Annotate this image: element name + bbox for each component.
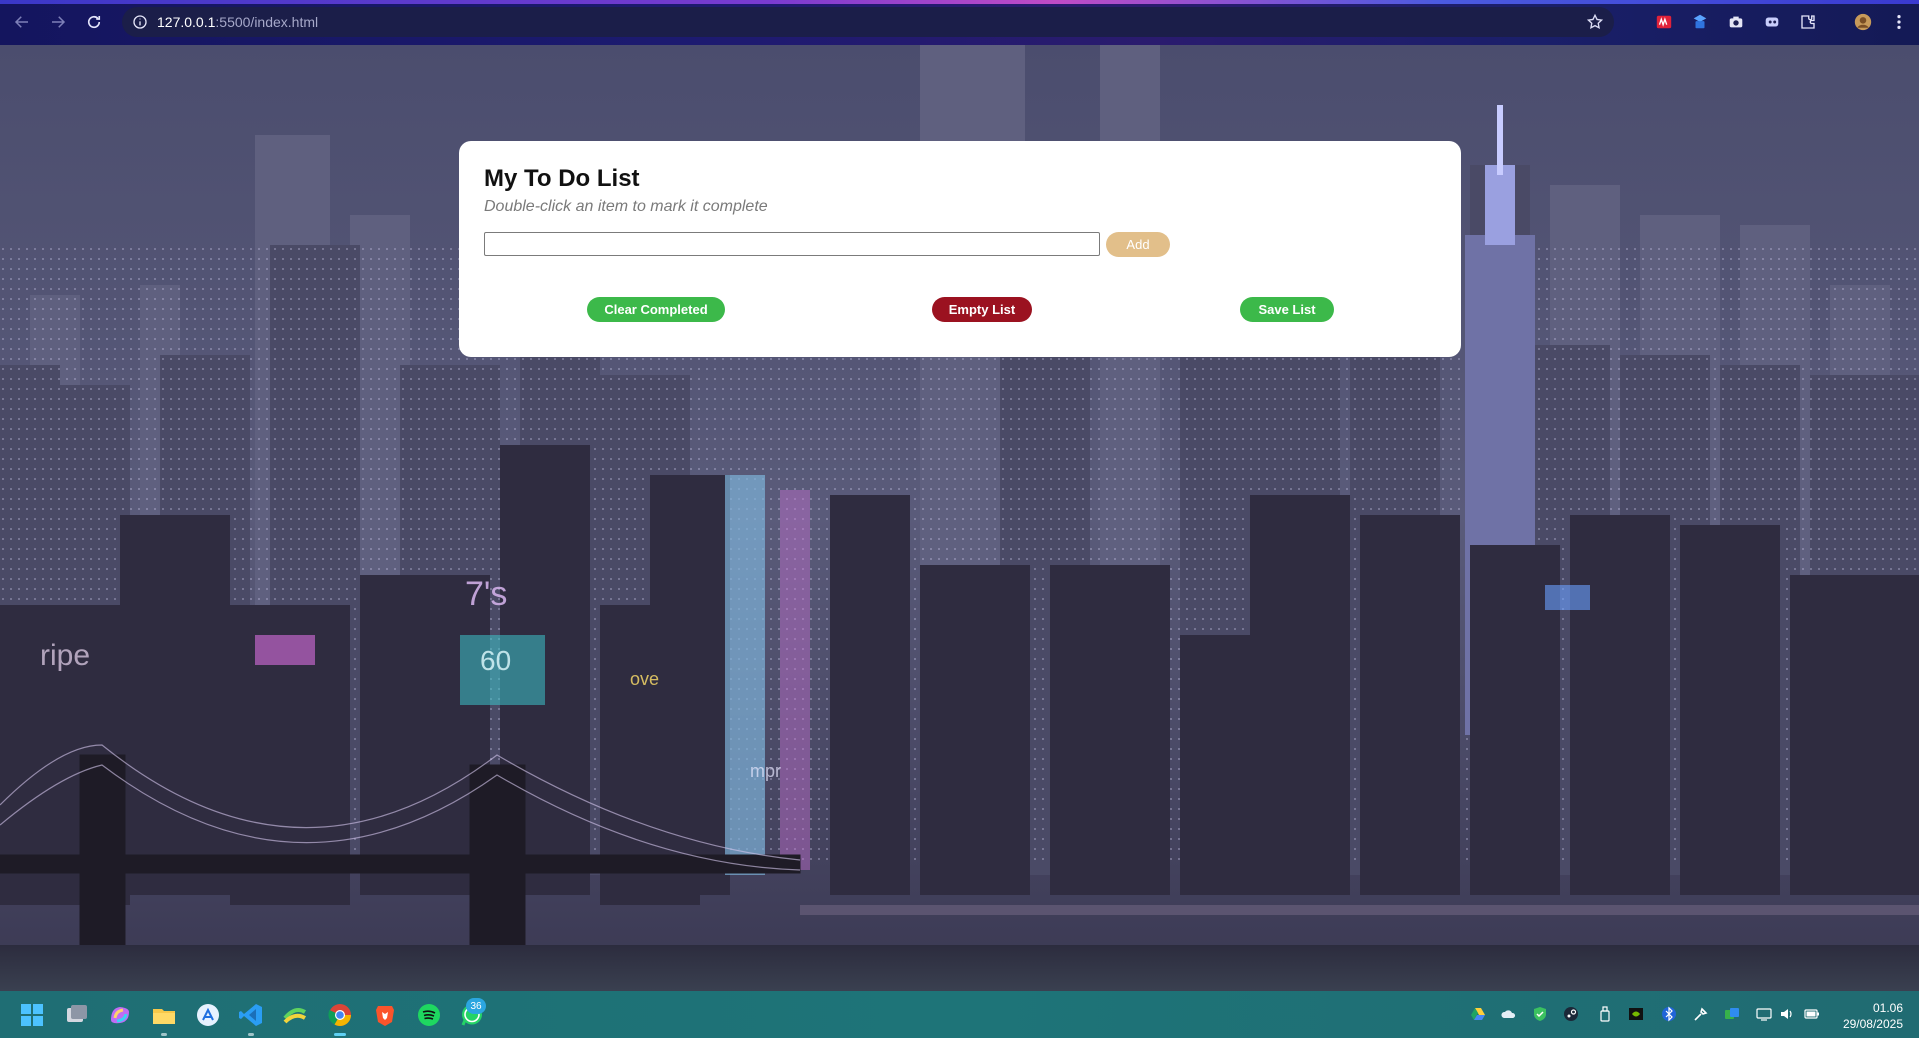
clock-time: 01.06 <box>1872 1001 1903 1015</box>
volume-icon[interactable] <box>1778 1005 1796 1023</box>
system-clock[interactable]: 01.06 29/08/2025 <box>1843 1000 1903 1032</box>
bookmark-star-icon[interactable] <box>1586 13 1604 31</box>
empty-list-button[interactable]: Empty List <box>932 297 1032 322</box>
app-icon[interactable] <box>280 1000 310 1030</box>
browser-menu-icon[interactable] <box>1888 11 1910 33</box>
forward-icon[interactable] <box>47 11 69 33</box>
chrome-icon[interactable] <box>325 1000 355 1036</box>
brave-icon[interactable] <box>370 1000 400 1030</box>
onedrive-icon[interactable] <box>1500 1005 1518 1023</box>
browser-toolbar: 127.0.0.1:5500/index.html <box>0 0 1919 45</box>
neon-sign-text: ove <box>630 669 659 689</box>
extension-puzzle-blue-icon[interactable] <box>1761 11 1783 33</box>
google-drive-icon[interactable] <box>1469 1005 1487 1023</box>
app-store-icon[interactable] <box>193 1000 223 1030</box>
vscode-icon[interactable] <box>236 1000 266 1036</box>
neon-sign-text: 7's <box>465 575 507 613</box>
network-share-icon[interactable] <box>1723 1005 1741 1023</box>
spotify-icon[interactable] <box>414 1000 444 1030</box>
copilot-icon[interactable] <box>105 1000 135 1030</box>
camera-extension-icon[interactable] <box>1725 11 1747 33</box>
task-view-icon[interactable] <box>62 1000 92 1030</box>
extensions-puzzle-icon[interactable] <box>1797 11 1819 33</box>
save-list-button[interactable]: Save List <box>1240 297 1334 322</box>
add-button[interactable]: Add <box>1106 232 1170 257</box>
security-icon[interactable] <box>1531 1005 1549 1023</box>
extension-shield-icon[interactable] <box>1689 11 1711 33</box>
tools-icon[interactable] <box>1692 1005 1710 1023</box>
windows-start-icon[interactable] <box>17 1000 47 1030</box>
neon-sign-text: 60 <box>480 645 511 676</box>
usb-device-icon[interactable] <box>1596 1005 1614 1023</box>
neon-sign-text: ripe <box>40 639 90 672</box>
display-icon[interactable] <box>1755 1005 1773 1023</box>
address-bar[interactable]: 127.0.0.1:5500/index.html <box>122 7 1614 37</box>
site-info-icon[interactable] <box>132 14 148 30</box>
file-explorer-icon[interactable] <box>149 1000 179 1036</box>
page-background: 7's 60 ripe mpr ove My To Do List Double… <box>0 45 1919 991</box>
neon-sign-text: mpr <box>750 761 781 781</box>
steam-icon[interactable] <box>1562 1005 1580 1023</box>
back-icon[interactable] <box>11 11 33 33</box>
notification-badge: 36 <box>466 998 486 1014</box>
page-title: My To Do List <box>484 165 640 192</box>
nvidia-icon[interactable] <box>1627 1005 1645 1023</box>
clock-date: 29/08/2025 <box>1842 1017 1903 1031</box>
todo-card: My To Do List Double-click an item to ma… <box>459 141 1461 357</box>
clear-completed-button[interactable]: Clear Completed <box>587 297 725 322</box>
bluetooth-icon[interactable] <box>1660 1005 1678 1023</box>
reload-icon[interactable] <box>83 11 105 33</box>
profile-avatar[interactable] <box>1852 11 1874 33</box>
extension-red-icon[interactable] <box>1653 11 1675 33</box>
instructions-text: Double-click an item to mark it complete <box>484 198 768 215</box>
todo-input[interactable] <box>484 232 1100 256</box>
battery-icon[interactable] <box>1803 1005 1821 1023</box>
url-text: 127.0.0.1:5500/index.html <box>157 14 319 30</box>
